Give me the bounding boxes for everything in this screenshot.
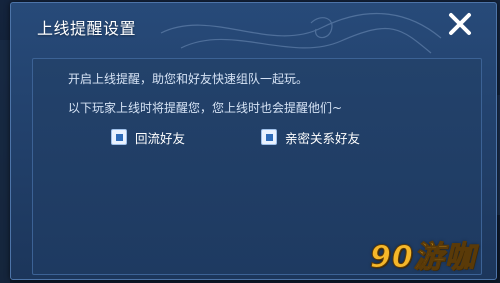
option-label-returning-friends: 回流好友 [135,130,186,146]
option-intimate-friends[interactable]: 亲密关系好友 [261,128,360,146]
checkbox-check-icon [265,133,273,141]
description-line-1: 开启上线提醒，助您和好友快速组队一起玩。 [68,72,309,86]
dialog-title: 上线提醒设置 [37,19,137,38]
checkbox-intimate-friends[interactable] [261,129,277,145]
option-returning-friends[interactable]: 回流好友 [111,128,185,146]
option-label-intimate-friends: 亲密关系好友 [285,130,361,146]
description-line-2: 以下玩家上线时将提醒您，您上线时也会提醒他们~ [68,101,343,115]
checkbox-check-icon [115,133,123,141]
close-x-icon [449,13,471,35]
close-button[interactable] [447,11,473,37]
watermark-logo: 90游咖 [370,240,476,276]
checkbox-returning-friends[interactable] [111,129,127,145]
background-panel-left [0,40,10,283]
